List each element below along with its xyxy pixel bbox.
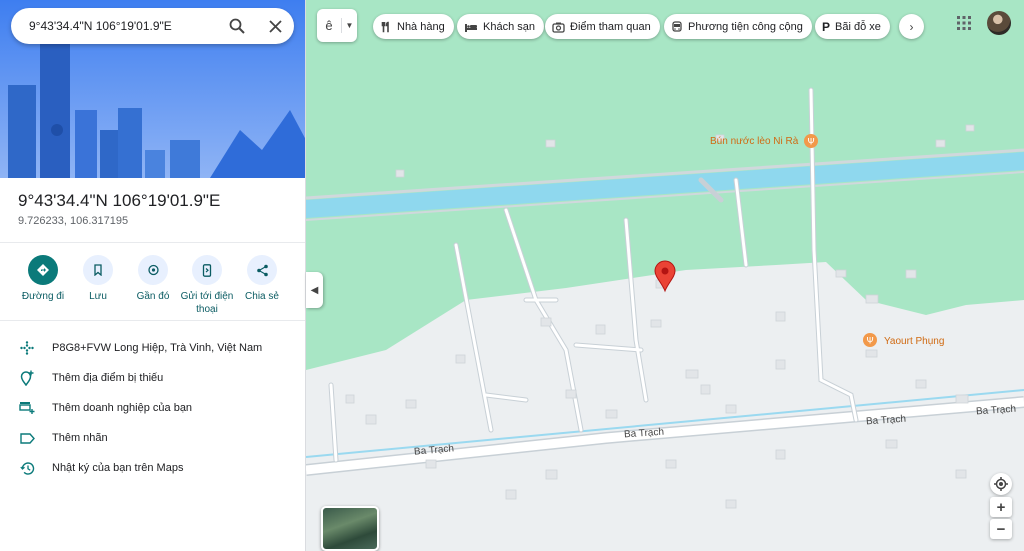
avatar[interactable] bbox=[987, 11, 1011, 35]
directions-button[interactable]: Đường đi bbox=[15, 255, 71, 303]
apps-grid-icon[interactable] bbox=[956, 15, 972, 31]
save-button[interactable]: Lưu bbox=[70, 255, 126, 303]
collapse-panel-button[interactable]: ◀ bbox=[306, 272, 323, 308]
maps-app: Ψ Ψ Bún nước lèo Ni Rà Yaourt Phụng Ba T… bbox=[0, 0, 1024, 551]
restaurant-poi-marker[interactable]: Ψ bbox=[804, 134, 818, 148]
share-button[interactable]: Chia sẻ bbox=[234, 255, 290, 303]
map-base: Ψ Ψ bbox=[306, 87, 1024, 551]
plus-code-row[interactable]: P8G8+FVW Long Hiệp, Trà Vinh, Việt Nam bbox=[0, 334, 305, 362]
search-icon[interactable] bbox=[218, 8, 256, 44]
zoom-in-button[interactable]: + bbox=[990, 497, 1012, 517]
crosshair-icon bbox=[994, 477, 1008, 491]
chips-next-button[interactable]: › bbox=[899, 14, 924, 39]
layer-icon[interactable]: ê bbox=[317, 18, 342, 33]
caret-left-icon: ◀ bbox=[310, 284, 319, 296]
transit-icon bbox=[671, 20, 683, 33]
add-business-icon bbox=[0, 401, 52, 415]
maps-history-row[interactable]: Nhật ký của bạn trên Maps bbox=[0, 454, 305, 482]
chip-attractions[interactable]: Điểm tham quan bbox=[545, 14, 660, 39]
svg-text:Ψ: Ψ bbox=[866, 337, 873, 347]
zoom-out-button[interactable]: − bbox=[990, 519, 1012, 539]
chevron-right-icon: › bbox=[909, 19, 914, 34]
history-icon bbox=[0, 461, 52, 476]
place-actions: Đường đi Lưu Gần đó Gửi tới điện thoại C… bbox=[0, 242, 305, 321]
nearby-button[interactable]: Gần đó bbox=[125, 255, 181, 303]
chip-hotels[interactable]: Khách sạn bbox=[457, 14, 544, 39]
share-icon bbox=[256, 264, 268, 276]
add-label-row[interactable]: Thêm nhãn bbox=[0, 424, 305, 452]
bookmark-icon bbox=[94, 264, 102, 276]
poi-label-shop[interactable]: Yaourt Phụng bbox=[884, 336, 944, 347]
side-panel: 9°43'34.4"N 106°19'01.9"E 9°43'34.4"N 10… bbox=[0, 0, 306, 551]
chip-parking[interactable]: P Bãi đỗ xe bbox=[815, 14, 890, 39]
my-location-button[interactable] bbox=[990, 473, 1012, 495]
close-icon[interactable] bbox=[256, 8, 294, 44]
place-coordinates: 9.726233, 106.317195 bbox=[18, 215, 129, 227]
caret-down-icon[interactable]: ▼ bbox=[342, 21, 357, 30]
camera-icon bbox=[552, 21, 565, 33]
chip-restaurants[interactable]: Nhà hàng bbox=[373, 14, 454, 39]
poi-label-restaurant[interactable]: Bún nước lèo Ni Rà bbox=[710, 136, 798, 147]
restaurant-icon bbox=[380, 21, 392, 33]
chip-transit[interactable]: Phương tiện công cộng bbox=[664, 14, 812, 39]
add-place-icon bbox=[0, 370, 52, 386]
layer-preview-thumbnail[interactable] bbox=[321, 506, 379, 551]
send-to-phone-icon bbox=[202, 263, 212, 277]
layers-button[interactable]: ê ▼ bbox=[317, 9, 357, 42]
add-missing-place-row[interactable]: Thêm địa điểm bị thiếu bbox=[0, 364, 305, 392]
search-box[interactable]: 9°43'34.4"N 106°19'01.9"E bbox=[11, 8, 294, 44]
nearby-icon bbox=[147, 264, 159, 275]
parking-icon: P bbox=[822, 19, 831, 34]
place-title: 9°43'34.4"N 106°19'01.9"E bbox=[18, 191, 221, 210]
hotel-icon bbox=[464, 21, 478, 33]
directions-icon bbox=[37, 264, 49, 276]
add-business-row[interactable]: Thêm doanh nghiệp của bạn bbox=[0, 394, 305, 422]
shop-poi-marker[interactable]: Ψ bbox=[863, 333, 877, 347]
place-hero-image: 9°43'34.4"N 106°19'01.9"E bbox=[0, 0, 305, 178]
send-to-phone-button[interactable]: Gửi tới điện thoại bbox=[179, 255, 235, 316]
plus-code-icon bbox=[0, 341, 52, 355]
label-icon bbox=[0, 432, 52, 444]
map-canvas[interactable]: Ψ Ψ Bún nước lèo Ni Rà Yaourt Phụng Ba T… bbox=[306, 0, 1024, 551]
search-input[interactable]: 9°43'34.4"N 106°19'01.9"E bbox=[29, 19, 218, 33]
canal bbox=[306, 152, 1024, 218]
svg-text:Ψ: Ψ bbox=[807, 138, 814, 148]
